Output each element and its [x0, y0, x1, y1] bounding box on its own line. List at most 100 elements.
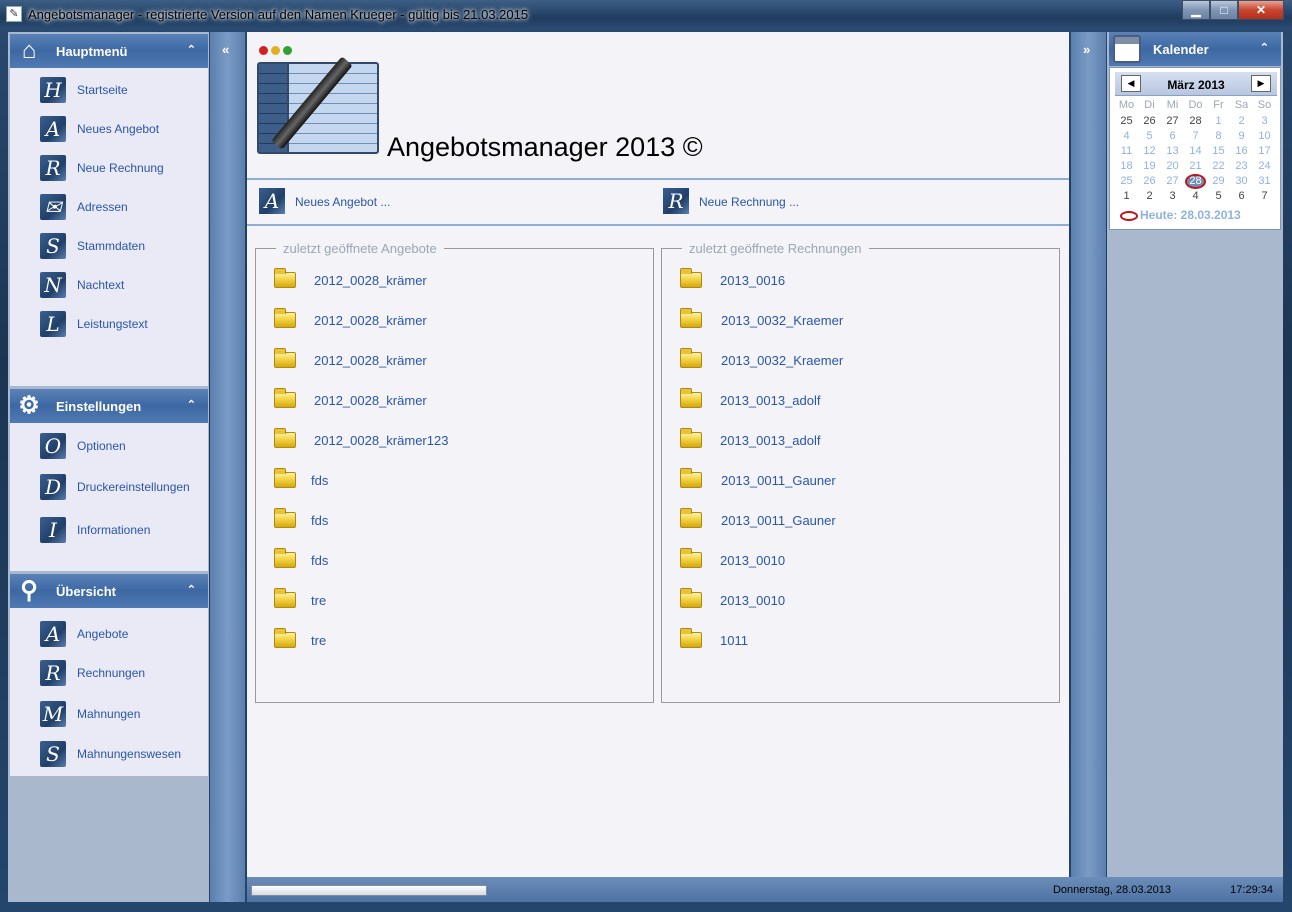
calendar-day[interactable]: 14	[1184, 144, 1207, 159]
sidebar-item-stammdaten[interactable]: S Stammdaten	[40, 231, 205, 261]
list-item[interactable]: 2012_0028_krämer	[274, 388, 634, 414]
sidebar-item-startseite[interactable]: H Startseite	[40, 75, 205, 105]
list-item[interactable]: 2013_0013_adolf	[680, 388, 1040, 414]
list-item[interactable]: 2012_0028_krämer	[274, 348, 634, 374]
calendar-day[interactable]: 19	[1138, 159, 1161, 174]
sidebar-item-rechnungen[interactable]: R Rechnungen	[40, 658, 205, 688]
sidebar-item-mahnungen[interactable]: M Mahnungen	[40, 699, 205, 729]
calendar-day[interactable]: 12	[1138, 144, 1161, 159]
sidebar-item-leistungstext[interactable]: L Leistungstext	[40, 309, 205, 339]
list-item[interactable]: tre	[274, 588, 634, 614]
title-bar[interactable]: ✎ Angebotsmanager - registrierte Version…	[0, 0, 1292, 30]
sidebar-item-label: Neue Rechnung	[77, 161, 164, 175]
sidebar-item-angebote[interactable]: A Angebote	[40, 619, 205, 649]
calendar-day[interactable]: 28	[1184, 114, 1207, 129]
sidebar-item-neue-rechnung[interactable]: R Neue Rechnung	[40, 153, 205, 183]
list-item[interactable]: 2012_0028_krämer123	[274, 428, 634, 454]
collapse-chevron-icon[interactable]: ⌃	[187, 583, 196, 596]
close-button[interactable]: ✕	[1238, 0, 1284, 20]
calendar-day[interactable]: 29	[1207, 174, 1230, 189]
calendar-day[interactable]: 16	[1230, 144, 1253, 159]
calendar-day[interactable]: 3	[1253, 114, 1276, 129]
panel-header-einstellungen[interactable]: ⚙ Einstellungen ⌃	[10, 389, 208, 423]
calendar-day[interactable]: 4	[1115, 129, 1138, 144]
calendar-header[interactable]: Kalender ⌃	[1109, 32, 1281, 66]
sidebar-item-label: Optionen	[77, 439, 126, 453]
collapse-left-icon[interactable]: «	[222, 42, 229, 57]
calendar-day[interactable]: 5	[1138, 129, 1161, 144]
today-link[interactable]: Heute: 28.03.2013	[1120, 208, 1241, 222]
calendar-day[interactable]: 3	[1161, 189, 1184, 204]
calendar-day[interactable]: 26	[1138, 174, 1161, 189]
calendar-day[interactable]: 7	[1253, 189, 1276, 204]
calendar-day[interactable]: 7	[1184, 129, 1207, 144]
minimize-button[interactable]: ▁	[1182, 0, 1210, 20]
calendar-day[interactable]: 25	[1115, 174, 1138, 189]
calendar-day[interactable]: 5	[1207, 189, 1230, 204]
calendar-day[interactable]: 10	[1253, 129, 1276, 144]
calendar-day[interactable]: 18	[1115, 159, 1138, 174]
list-item[interactable]: 2013_0016	[680, 268, 1040, 294]
collapse-chevron-icon[interactable]: ⌃	[1260, 41, 1269, 54]
left-collapse-strip[interactable]: «	[210, 32, 245, 902]
folder-icon	[680, 588, 702, 608]
collapse-chevron-icon[interactable]: ⌃	[187, 43, 196, 56]
maximize-button[interactable]: □	[1210, 0, 1238, 20]
calendar-day[interactable]: 1	[1207, 114, 1230, 129]
calendar-day[interactable]: 11	[1115, 144, 1138, 159]
calendar-day[interactable]: 2	[1138, 189, 1161, 204]
sidebar-item-mahnungenswesen[interactable]: S Mahnungenswesen	[40, 739, 205, 769]
sidebar-item-informationen[interactable]: I Informationen	[40, 515, 205, 545]
calendar-day[interactable]: 15	[1207, 144, 1230, 159]
calendar-day[interactable]: 2	[1230, 114, 1253, 129]
list-item[interactable]: 2012_0028_krämer	[274, 268, 634, 294]
collapse-right-icon[interactable]: »	[1083, 42, 1090, 57]
list-item[interactable]: 2013_0011_Gauner	[680, 508, 1040, 534]
list-item[interactable]: 2013_0032_Kraemer	[680, 308, 1040, 334]
sidebar-item-nachtext[interactable]: N Nachtext	[40, 270, 205, 300]
panel-header-uebersicht[interactable]: ⚲ Übersicht ⌃	[10, 574, 208, 608]
calendar-day[interactable]: 1	[1115, 189, 1138, 204]
calendar-day[interactable]: 6	[1230, 189, 1253, 204]
calendar-day[interactable]: 4	[1184, 189, 1207, 204]
calendar-day[interactable]: 21	[1184, 159, 1207, 174]
list-item[interactable]: 2013_0010	[680, 548, 1040, 574]
list-item[interactable]: 1011	[680, 628, 1040, 654]
calendar-day[interactable]: 6	[1161, 129, 1184, 144]
calendar-day[interactable]: 17	[1253, 144, 1276, 159]
calendar-day[interactable]: 9	[1230, 129, 1253, 144]
list-item[interactable]: fds	[274, 468, 634, 494]
sidebar-item-adressen[interactable]: ✉ Adressen	[40, 192, 205, 222]
right-collapse-strip[interactable]: »	[1071, 32, 1106, 877]
calendar-day[interactable]: 27	[1161, 174, 1184, 189]
calendar-day[interactable]: 13	[1161, 144, 1184, 159]
list-item[interactable]: 2013_0013_adolf	[680, 428, 1040, 454]
collapse-chevron-icon[interactable]: ⌃	[187, 398, 196, 411]
list-item[interactable]: fds	[274, 508, 634, 534]
next-month-button[interactable]: ▶	[1251, 75, 1271, 92]
list-item[interactable]: fds	[274, 548, 634, 574]
calendar-day[interactable]: 26	[1138, 114, 1161, 129]
sidebar-item-optionen[interactable]: O Optionen	[40, 431, 205, 461]
prev-month-button[interactable]: ◀	[1121, 75, 1141, 92]
list-item[interactable]: 2013_0010	[680, 588, 1040, 614]
list-item[interactable]: 2013_0032_Kraemer	[680, 348, 1040, 374]
calendar-day[interactable]: 31	[1253, 174, 1276, 189]
mahnungswesen-icon: S	[40, 741, 66, 767]
calendar-day[interactable]: 27	[1161, 114, 1184, 129]
calendar-day[interactable]: 22	[1207, 159, 1230, 174]
calendar-day[interactable]: 24	[1253, 159, 1276, 174]
calendar-day[interactable]: 8	[1207, 129, 1230, 144]
calendar-day[interactable]: 20	[1161, 159, 1184, 174]
calendar-day-today[interactable]: 28	[1184, 174, 1207, 189]
calendar-day[interactable]: 23	[1230, 159, 1253, 174]
sidebar-item-druckereinstellungen[interactable]: D Druckereinstellungen	[40, 472, 205, 502]
list-item[interactable]: 2012_0028_krämer	[274, 308, 634, 334]
sidebar-item-neues-angebot[interactable]: A Neues Angebot	[40, 114, 205, 144]
list-item[interactable]: 2013_0011_Gauner	[680, 468, 1040, 494]
list-item[interactable]: tre	[274, 628, 634, 654]
calendar-day[interactable]: 25	[1115, 114, 1138, 129]
panel-header-hauptmenu[interactable]: ⌂ Hauptmenü ⌃	[10, 34, 208, 68]
sidebar-item-label: Rechnungen	[77, 666, 146, 680]
calendar-day[interactable]: 30	[1230, 174, 1253, 189]
